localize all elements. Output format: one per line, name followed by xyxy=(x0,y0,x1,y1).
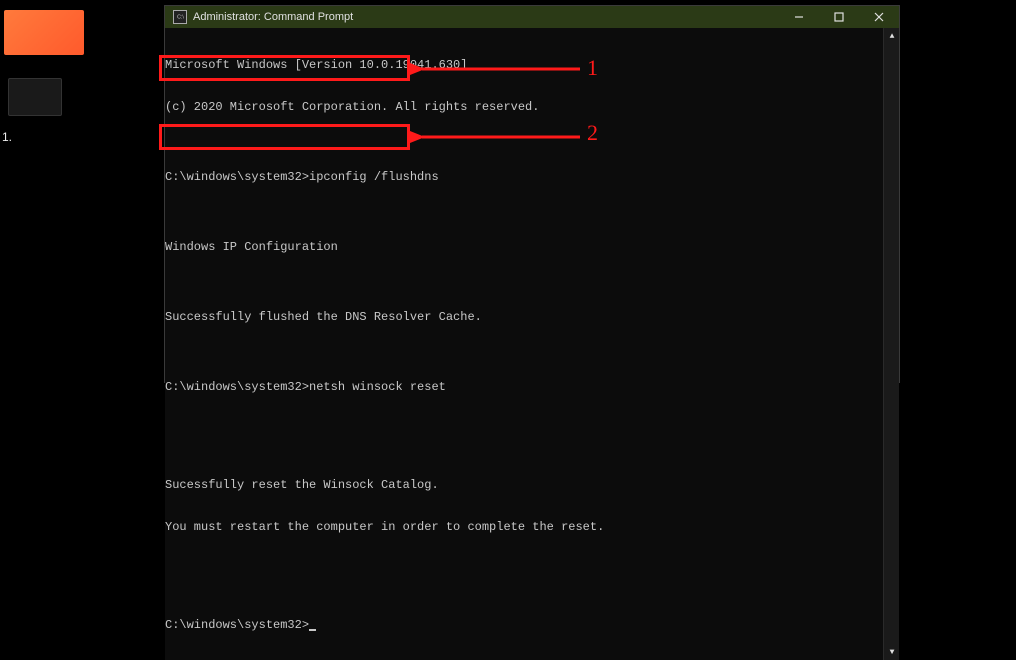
terminal-line: Sucessfully reset the Winsock Catalog. xyxy=(165,478,883,492)
terminal-prompt: C:\windows\system32> xyxy=(165,618,883,632)
content-area: Microsoft Windows [Version 10.0.19041.63… xyxy=(165,28,899,660)
scroll-down-arrow-icon[interactable]: ▼ xyxy=(884,644,900,660)
terminal-line-command: C:\windows\system32>ipconfig /flushdns xyxy=(165,170,883,184)
terminal-line: You must restart the computer in order t… xyxy=(165,520,883,534)
window-title: Administrator: Command Prompt xyxy=(193,11,779,23)
terminal-line: Successfully flushed the DNS Resolver Ca… xyxy=(165,310,883,324)
maximize-button[interactable] xyxy=(819,6,859,28)
command-prompt-window: C:\ Administrator: Command Prompt Micros… xyxy=(164,5,900,383)
terminal-line: Windows IP Configuration xyxy=(165,240,883,254)
close-button[interactable] xyxy=(859,6,899,28)
maximize-icon xyxy=(834,12,844,22)
terminal-output[interactable]: Microsoft Windows [Version 10.0.19041.63… xyxy=(165,28,883,660)
minimize-button[interactable] xyxy=(779,6,819,28)
annotation-number-2: 2 xyxy=(587,120,598,146)
desktop-thumbnail-2[interactable] xyxy=(8,78,62,116)
text-cursor xyxy=(309,629,316,631)
terminal-line: (c) 2020 Microsoft Corporation. All righ… xyxy=(165,100,883,114)
scroll-up-arrow-icon[interactable]: ▲ xyxy=(884,28,900,44)
terminal-line-command: C:\windows\system32>netsh winsock reset xyxy=(165,380,883,394)
annotation-number-1: 1 xyxy=(587,55,598,81)
thumbnail-image xyxy=(8,78,62,116)
titlebar[interactable]: C:\ Administrator: Command Prompt xyxy=(165,6,899,28)
vertical-scrollbar[interactable]: ▲ ▼ xyxy=(883,28,899,660)
thumbnail-image xyxy=(4,10,84,55)
minimize-icon xyxy=(794,12,804,22)
close-icon xyxy=(874,12,884,22)
terminal-line: Microsoft Windows [Version 10.0.19041.63… xyxy=(165,58,883,72)
cmd-icon: C:\ xyxy=(173,10,187,24)
desktop-thumbnail-1[interactable] xyxy=(4,10,84,59)
desktop-label-2: 1. xyxy=(2,130,12,144)
